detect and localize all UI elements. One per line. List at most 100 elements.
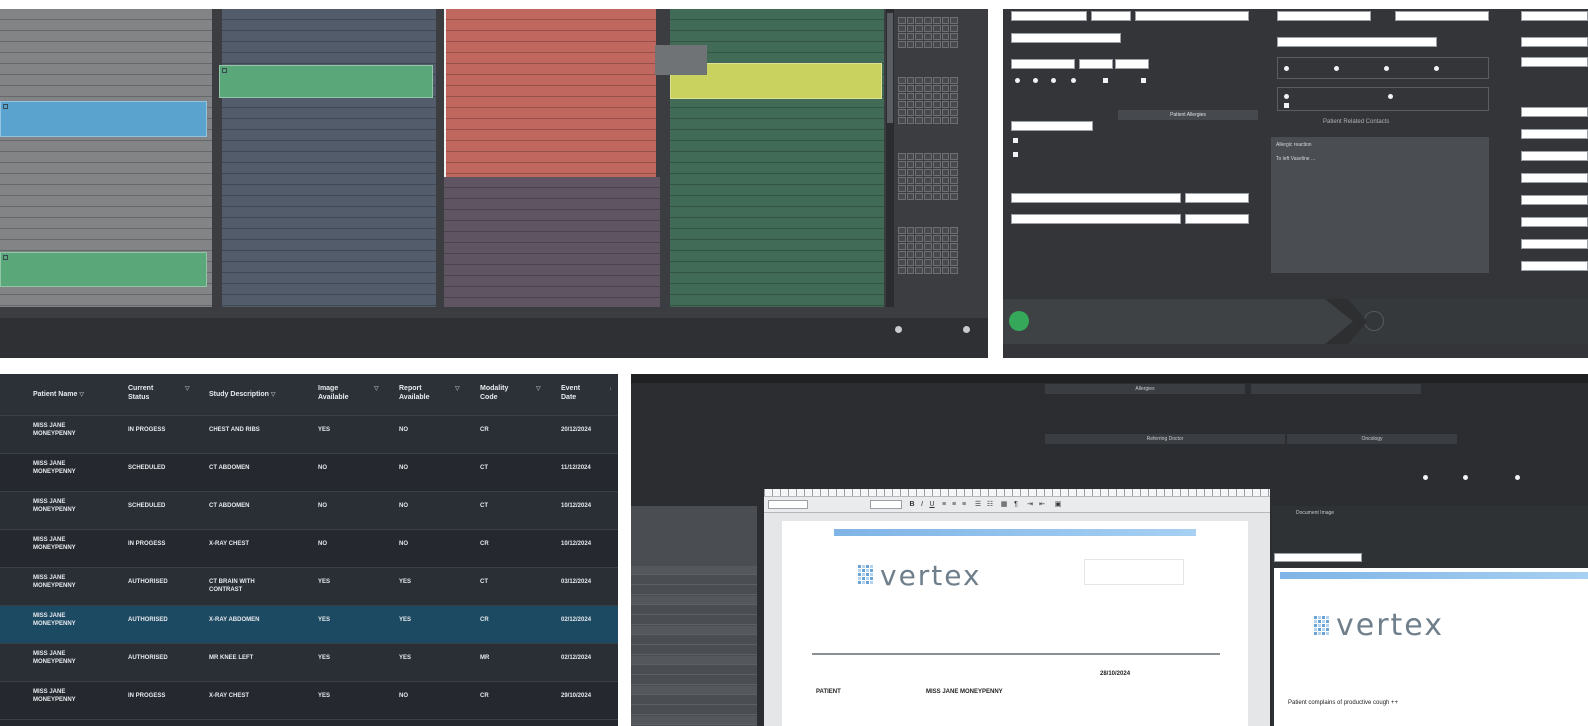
history-row[interactable] [631,696,757,705]
history-row[interactable] [631,656,757,665]
calendar-day[interactable] [950,251,958,258]
surname-field[interactable] [1135,11,1249,21]
history-row[interactable] [631,616,757,625]
calendar-day[interactable] [932,101,941,108]
calendar-day[interactable] [924,227,932,234]
allergy-input[interactable] [1011,121,1093,131]
calendar-day[interactable] [898,169,906,176]
calendar-day[interactable] [932,185,941,192]
calendar-day[interactable] [915,185,924,192]
calendar-day[interactable] [915,235,924,242]
calendar-day[interactable] [924,169,932,176]
right-field[interactable] [1521,37,1588,47]
calendar-day[interactable] [898,177,906,184]
outdent-icon[interactable]: ⇤ [1038,500,1046,509]
calendar-day[interactable] [906,227,915,234]
calendar-day[interactable] [906,185,915,192]
calendar-day[interactable] [932,77,941,84]
calendar-day[interactable] [950,193,958,200]
calendar-day[interactable] [915,227,924,234]
history-row[interactable] [631,646,757,655]
history-row[interactable] [631,606,757,615]
calendar-day[interactable] [915,259,924,266]
calendar-day[interactable] [906,117,915,124]
font-select[interactable] [768,500,808,509]
right-field[interactable] [1521,57,1588,67]
calendar-day[interactable] [924,161,932,168]
calendar-day[interactable] [915,85,924,92]
work-number-field[interactable] [1185,214,1249,224]
calendar-day[interactable] [915,193,924,200]
column-header-patient-name[interactable]: Patient Name ▽ [33,390,113,400]
calendar-day[interactable] [950,227,958,234]
history-row[interactable] [631,586,757,595]
calendar-scrollbar[interactable] [886,9,894,307]
calendar-day[interactable] [915,77,924,84]
calendar-day[interactable] [906,169,915,176]
table-row[interactable]: MISS JANE MONEYPENNY AUTHORISED MR KNEE LE… [0,644,618,682]
calendar-day[interactable] [915,93,924,100]
calendar-day[interactable] [932,193,941,200]
size-select[interactable] [870,500,902,509]
calendar-day[interactable] [924,93,932,100]
calendar-day[interactable] [932,235,941,242]
calendar-day[interactable] [932,177,941,184]
calendar-day[interactable] [915,17,924,24]
calendar-day[interactable] [941,193,950,200]
dob-field[interactable] [1011,59,1075,69]
email-field[interactable] [1277,37,1437,47]
history-row[interactable] [631,626,757,635]
calendar-day[interactable] [915,161,924,168]
calendar-day[interactable] [906,109,915,116]
calendar-day[interactable] [898,267,906,274]
calendar-day[interactable] [950,117,958,124]
calendar-day[interactable] [906,41,915,48]
calendar-day[interactable] [906,17,915,24]
calendar-day[interactable] [941,243,950,250]
history-row[interactable] [631,666,757,675]
calendar-day[interactable] [915,243,924,250]
calendar-day[interactable] [898,227,906,234]
calendar-day[interactable] [932,243,941,250]
calendar-day[interactable] [915,177,924,184]
underline-icon[interactable]: U [928,500,936,509]
calendar-day[interactable] [932,161,941,168]
calendar-day[interactable] [950,185,958,192]
right-field[interactable] [1521,173,1588,183]
calendar-day[interactable] [941,251,950,258]
column-header-modality-code[interactable]: Modality Code ▽ [480,384,541,402]
calendar-day[interactable] [941,93,950,100]
mini-calendar[interactable] [898,219,958,274]
paragraph-icon[interactable]: ¶ [1012,500,1020,509]
footer-left-button[interactable] [884,326,912,341]
calendar-day[interactable] [898,85,906,92]
calendar-day[interactable] [898,259,906,266]
mini-calendar-grid[interactable] [898,77,958,124]
calendar-day[interactable] [915,169,924,176]
calendar-day[interactable] [950,33,958,40]
calendar-day[interactable] [906,25,915,32]
calendar-day[interactable] [941,109,950,116]
calendar-day[interactable] [906,243,915,250]
calendar-day[interactable] [915,33,924,40]
calendar-day[interactable] [950,25,958,32]
table-row[interactable]: MISS JANE MONEYPENNY SCHEDULED CT ABDOMEN N… [0,454,618,492]
calendar-day[interactable] [950,41,958,48]
sort-icon[interactable]: ▽ [536,385,541,394]
calendar-day[interactable] [915,101,924,108]
calendar-day[interactable] [898,101,906,108]
ruler[interactable] [764,489,1270,497]
history-row[interactable] [631,706,757,715]
allergy-notes-box[interactable]: Allergic reaction To left Vaseline ... [1271,137,1489,273]
numbered-list-icon[interactable]: ☷ [986,500,994,509]
right-field[interactable] [1521,107,1588,117]
column-header-report-available[interactable]: Report Available ▽ [399,384,460,402]
calendar-day[interactable] [950,93,958,100]
history-row[interactable] [631,676,757,685]
table-row[interactable]: MISS JANE MONEYPENNY IN PROGESS CHEST AND … [0,416,618,454]
calendar-day[interactable] [898,193,906,200]
calendar-day[interactable] [941,85,950,92]
calendar-day[interactable] [941,77,950,84]
calendar-day[interactable] [906,101,915,108]
calendar-day[interactable] [941,235,950,242]
